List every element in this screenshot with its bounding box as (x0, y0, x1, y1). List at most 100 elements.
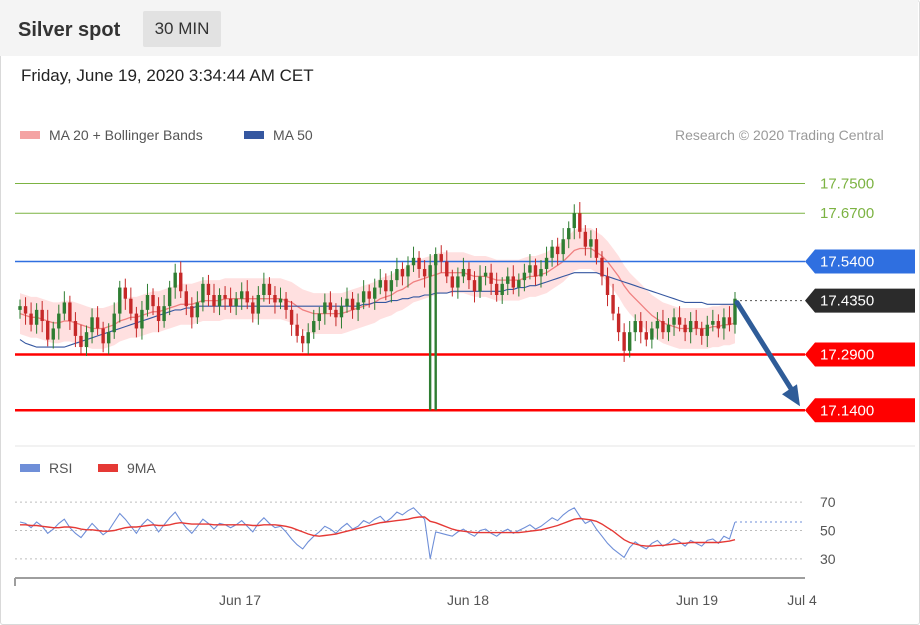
candle-body (583, 231, 588, 247)
candle-body (683, 324, 687, 333)
candle-body (456, 276, 460, 288)
level-label-1: 17.6700 (820, 205, 874, 222)
candle-body (328, 302, 333, 310)
candle-body (345, 298, 349, 307)
candle-body (694, 321, 698, 329)
candle-body (57, 313, 61, 329)
candle-body (633, 321, 637, 333)
candle-body (389, 280, 394, 292)
rsi-tick-label-0: 70 (820, 494, 836, 510)
candle-body (251, 302, 255, 314)
candle-body (84, 332, 89, 348)
candle-body (727, 317, 732, 325)
candle-body (650, 328, 654, 340)
candle-body (528, 265, 532, 273)
candle-body (411, 257, 416, 266)
chart-canvas: 17.7500 17.6700 17.5400 17.4350 17.2900 17.14… (14, 175, 915, 608)
candle-body (46, 321, 50, 340)
x-tick-label-2: Jun 19 (676, 592, 718, 608)
x-tick-label-1: Jun 18 (447, 592, 489, 608)
candle-body (550, 246, 554, 258)
candle-body (129, 298, 133, 314)
candle-body (106, 332, 111, 344)
candle-body (544, 257, 549, 269)
candle-body (522, 272, 527, 281)
candle-body (140, 309, 144, 329)
candle-body (467, 268, 471, 281)
candle-body (68, 302, 72, 322)
candle-body (206, 283, 211, 295)
candle-body (62, 302, 67, 314)
candle-body (323, 302, 327, 314)
candle-body (384, 280, 388, 292)
candle-body (605, 276, 610, 295)
candle-body (439, 254, 443, 262)
candle-body (688, 321, 693, 333)
candle-body (616, 313, 621, 333)
candle-body (533, 265, 538, 277)
level-label-0: 17.7500 (820, 175, 874, 192)
candle-body (400, 268, 405, 277)
candle-body (627, 332, 632, 351)
candle-body (677, 317, 682, 325)
candle-body (162, 306, 166, 322)
candle-body (472, 280, 477, 292)
candle-body (378, 280, 382, 288)
candle-body (489, 272, 493, 284)
rsi-tick-label-1: 50 (820, 523, 836, 539)
candle-body (151, 295, 155, 307)
candle-body (73, 321, 78, 336)
candle-body (716, 321, 721, 329)
rsi-tick-label-2: 30 (820, 551, 836, 567)
candle-body (145, 295, 150, 310)
candle-body (295, 324, 299, 336)
candle-body (300, 335, 305, 344)
candle-body (245, 291, 249, 303)
candle-body (34, 309, 39, 325)
candle-body (195, 302, 200, 318)
candle-body (594, 239, 599, 258)
candle-body (334, 309, 338, 318)
candle-body (539, 268, 543, 277)
candle-body (278, 298, 283, 303)
candle-body (373, 287, 377, 299)
candle-body (578, 213, 582, 232)
candle-body (655, 321, 660, 329)
candle-body (672, 317, 676, 325)
candle-body (506, 276, 510, 284)
candle-body (40, 309, 44, 322)
candle-body (572, 213, 576, 229)
candle-body (555, 246, 560, 255)
candle-body (450, 276, 455, 288)
candle-body (445, 261, 449, 277)
candle-body (184, 291, 188, 307)
candle-body (23, 306, 28, 314)
candle-body (705, 324, 709, 336)
candle-body (356, 302, 360, 310)
candle-body (240, 291, 244, 299)
candle-body (101, 328, 105, 344)
rsi-line (19, 507, 736, 559)
candle-body (367, 291, 371, 299)
level-label-3: 17.4350 (820, 293, 874, 310)
candle-body (312, 321, 316, 333)
candle-body (51, 328, 55, 340)
candle-body (29, 313, 33, 325)
candle-body (661, 321, 665, 333)
candle-body (79, 335, 83, 348)
candle-body (561, 239, 565, 255)
candle-body (361, 291, 366, 303)
candle-body (339, 306, 344, 318)
candle-body (256, 295, 261, 314)
candle-body (395, 268, 399, 281)
candle-body (223, 295, 227, 299)
level-label-5: 17.1400 (820, 402, 874, 419)
candle-body (478, 276, 482, 292)
x-tick-label-3: Jul 4 (787, 592, 817, 608)
candle-body (494, 283, 499, 295)
candle-body (406, 265, 410, 277)
candle-body (262, 283, 266, 295)
candle-body (90, 317, 94, 333)
candle-body (700, 328, 704, 336)
candle-body (95, 317, 100, 329)
